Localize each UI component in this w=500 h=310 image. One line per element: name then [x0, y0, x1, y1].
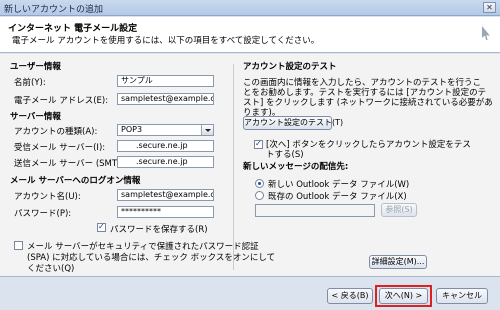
cursor-icon	[482, 26, 490, 40]
name-label: 名前(Y):	[14, 78, 46, 88]
more-settings-button[interactable]: 詳細設定(M)...	[369, 255, 427, 269]
test-settings-heading: アカウント設定のテスト	[243, 62, 337, 72]
email-label: 電子メール アドレス(E):	[14, 96, 109, 106]
existing-data-file-label: 既存の Outlook データ ファイル(X)	[268, 192, 407, 202]
chevron-down-icon[interactable]	[201, 125, 213, 135]
test-desc-line3: スト] をクリックします (ネットワークに接続されている必要があ	[243, 98, 493, 108]
next-button-highlight	[375, 285, 432, 307]
title-bar: 新しいアカウントの追加 ✕	[0, 0, 500, 16]
account-name-label: アカウント名(U):	[14, 192, 81, 202]
user-info-heading: ユーザー情報	[10, 62, 61, 72]
name-field[interactable]: サンプル	[117, 75, 214, 87]
test-account-button[interactable]: アカウント設定のテスト(T)	[243, 116, 343, 130]
new-data-file-label: 新しい Outlook データ ファイル(W)	[268, 180, 410, 190]
account-name-field[interactable]: sampletest@example.com	[117, 189, 214, 201]
settings-panel: ユーザー情報 名前(Y): サンプル 電子メール アドレス(E): sample…	[0, 54, 500, 276]
auto-test-label-line2: トする(S)	[266, 150, 304, 160]
incoming-server-label: 受信メール サーバー(I):	[14, 143, 106, 153]
delivery-heading: 新しいメッセージの配信先:	[243, 162, 349, 172]
account-type-select[interactable]: POP3	[117, 124, 214, 136]
outgoing-server-field[interactable]: .secure.ne.jp	[117, 156, 214, 168]
data-file-path-field	[255, 204, 375, 217]
incoming-server-field[interactable]: .secure.ne.jp	[117, 140, 214, 152]
account-type-value: POP3	[121, 125, 143, 134]
dialog-header: インターネット 電子メール設定 電子メール アカウントを使用するには、以下の項目…	[0, 17, 500, 53]
spa-checkbox[interactable]	[14, 241, 23, 250]
save-password-label: パスワードを保存する(R)	[110, 225, 208, 235]
password-label: パスワード(P):	[14, 209, 72, 219]
close-icon[interactable]: ✕	[483, 2, 496, 13]
column-divider	[233, 64, 234, 270]
password-field[interactable]: **********	[117, 206, 214, 218]
save-password-checkbox[interactable]	[97, 222, 106, 232]
server-info-heading: サーバー情報	[10, 112, 61, 122]
browse-button: 参照(S)	[381, 203, 417, 217]
new-data-file-radio[interactable]	[255, 179, 264, 188]
spa-label-line3: ください(Q)	[27, 264, 75, 274]
email-field[interactable]: sampletest@example.com	[117, 93, 214, 105]
header-subtitle: 電子メール アカウントを使用するには、以下の項目をすべて設定してください。	[12, 36, 320, 46]
back-button[interactable]: < 戻る(B)	[327, 288, 373, 304]
logon-info-heading: メール サーバーへのログオン情報	[10, 176, 141, 186]
cancel-button[interactable]: キャンセル	[436, 288, 488, 304]
window-title: 新しいアカウントの追加	[4, 5, 104, 15]
account-type-label: アカウントの種類(A):	[14, 127, 98, 137]
auto-test-checkbox[interactable]	[254, 139, 263, 149]
header-title: インターネット 電子メール設定	[8, 24, 138, 34]
existing-data-file-radio[interactable]	[255, 191, 264, 200]
